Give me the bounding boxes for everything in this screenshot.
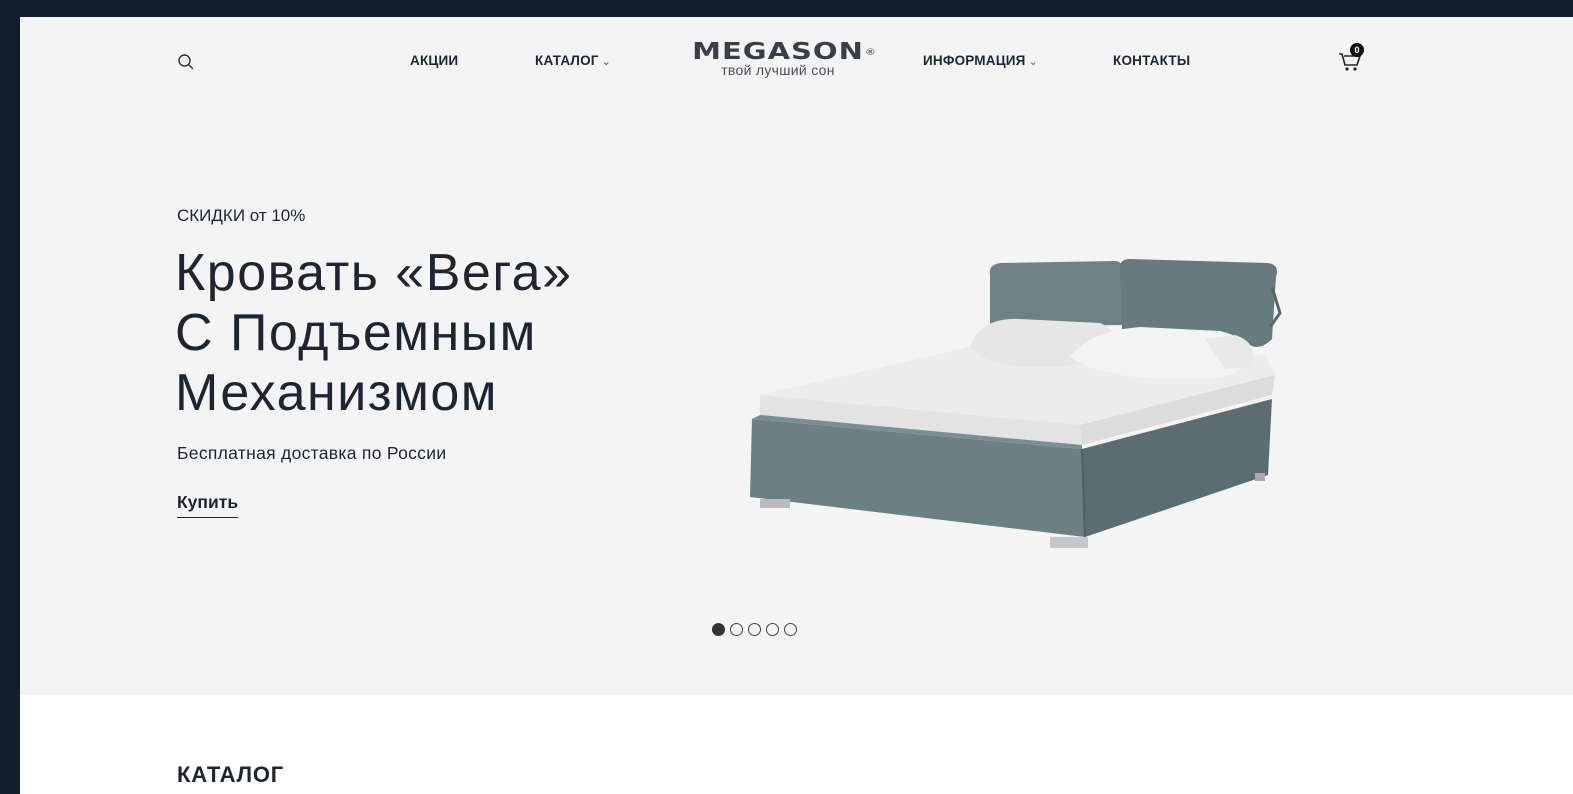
bed-product-image [750,259,1282,548]
chevron-down-icon: ⌄ [601,56,612,68]
cart-count-badge: 0 [1350,43,1364,57]
slider-dot-active[interactable] [712,623,725,636]
registered-mark: ® [864,47,877,58]
nav-item-label: ИНФОРМАЦИЯ [923,53,1026,68]
nav-item-catalog[interactable]: КАТАЛОГ ⌄ [535,53,611,68]
nav-item-label: КАТАЛОГ [535,53,599,68]
page-frame: АКЦИИ КАТАЛОГ ⌄ ИНФОРМАЦИЯ ⌄ КОНТАКТЫ MEGA… [20,17,1573,794]
slider-dots [712,623,797,636]
site-logo[interactable]: MEGASON ® твой лучший сон [663,34,893,78]
slider-dot[interactable] [748,623,761,636]
cart-button[interactable]: 0 [1338,43,1364,73]
nav-item-sales[interactable]: АКЦИИ [410,53,458,68]
nav-item-info[interactable]: ИНФОРМАЦИЯ ⌄ [923,53,1038,68]
hero-title-line: Механизмом [175,364,499,422]
buy-button[interactable]: Купить [177,492,239,518]
nav-item-contacts[interactable]: КОНТАКТЫ [1113,53,1190,68]
hero-banner: АКЦИИ КАТАЛОГ ⌄ ИНФОРМАЦИЯ ⌄ КОНТАКТЫ MEGA… [20,17,1573,695]
slider-dot[interactable] [766,623,779,636]
chevron-down-icon: ⌄ [1028,56,1038,68]
hero-title: Кровать «Вега» С Подъемным Механизмом [175,243,695,423]
slider-dot[interactable] [730,623,743,636]
hero-eyebrow: СКИДКИ от 10% [177,206,306,225]
hero-title-line: Кровать «Вега» [175,244,573,302]
logo-word-text: MEGASON [692,37,864,65]
slider-dot[interactable] [784,623,797,636]
nav-item-label: АКЦИИ [410,53,459,68]
hero-subtitle: Бесплатная доставка по России [177,443,447,463]
hero-title-line: С Подъемным [175,304,537,362]
search-icon[interactable] [177,53,195,71]
nav-item-label: КОНТАКТЫ [1113,53,1191,68]
catalog-heading: КАТАЛОГ [177,762,285,787]
logo-wordmark: MEGASON ® [692,37,876,65]
